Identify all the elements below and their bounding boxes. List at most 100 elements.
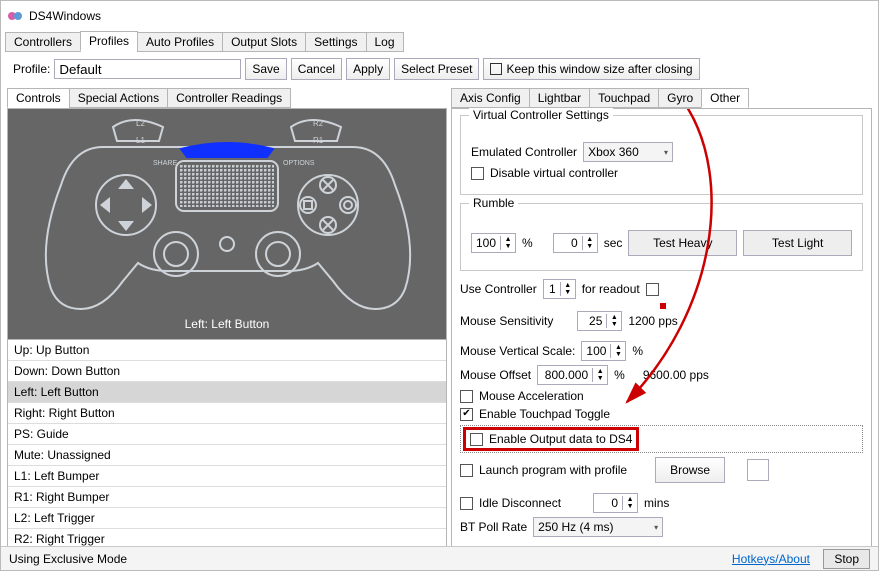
select-preset-button[interactable]: Select Preset [394, 58, 479, 80]
mouse-offset-input[interactable]: 800.000 ▲▼ [537, 365, 608, 385]
svg-text:L1: L1 [136, 136, 145, 145]
window-title: DS4Windows [29, 9, 746, 23]
profile-toolbar: Profile: Save Cancel Apply Select Preset… [1, 52, 878, 88]
keep-window-size-toggle[interactable]: Keep this window size after closing [483, 58, 699, 80]
stop-button[interactable]: Stop [823, 549, 870, 569]
tab-controllers[interactable]: Controllers [5, 32, 81, 52]
mapping-list[interactable]: Up: Up Button Down: Down Button Left: Le… [8, 339, 446, 554]
status-mode: Using Exclusive Mode [9, 552, 127, 566]
list-item[interactable]: Up: Up Button [8, 340, 446, 361]
virtual-controller-group: Virtual Controller Settings Emulated Con… [460, 115, 863, 195]
output-ds4-label: Enable Output data to DS4 [489, 432, 632, 446]
for-readout-checkbox[interactable] [646, 283, 659, 296]
mouse-offset-pps: 9600.00 pps [643, 368, 709, 382]
svg-text:OPTIONS: OPTIONS [283, 160, 315, 167]
emulated-controller-select[interactable]: Xbox 360 ▾ [583, 142, 673, 162]
tab-touchpad[interactable]: Touchpad [589, 88, 659, 108]
title-bar: DS4Windows    [1, 1, 878, 31]
mouse-sensitivity-label: Mouse Sensitivity [460, 314, 553, 328]
minimize-button[interactable]:  [746, 1, 790, 31]
launch-program-checkbox[interactable] [460, 464, 473, 477]
left-pane: Controls Special Actions Controller Read… [7, 108, 447, 558]
close-button[interactable]:  [834, 1, 878, 31]
bt-poll-rate-select[interactable]: 250 Hz (4 ms) ▾ [533, 517, 663, 537]
tab-other[interactable]: Other [701, 88, 749, 108]
svg-text:L2: L2 [136, 119, 145, 128]
touchpad-toggle-label: Enable Touchpad Toggle [479, 407, 610, 421]
rumble-title: Rumble [469, 196, 518, 210]
app-logo-icon [7, 8, 23, 24]
idle-disconnect-input[interactable]: 0 ▲▼ [593, 493, 638, 513]
browse-button[interactable]: Browse [655, 457, 725, 483]
mouse-sensitivity-pps: 1200 pps [628, 314, 677, 328]
maximize-button[interactable]:  [790, 1, 834, 31]
list-item[interactable]: Mute: Unassigned [8, 445, 446, 466]
chevron-down-icon: ▾ [654, 523, 658, 532]
rumble-percent-unit: % [522, 236, 533, 250]
tab-controls[interactable]: Controls [7, 88, 70, 108]
output-ds4-checkbox[interactable] [470, 433, 483, 446]
tab-special-actions[interactable]: Special Actions [69, 88, 168, 108]
mouse-vertical-scale-unit: % [632, 344, 643, 358]
emulated-controller-value: Xbox 360 [588, 145, 639, 159]
tab-axis-config[interactable]: Axis Config [451, 88, 530, 108]
disable-vc-checkbox[interactable] [471, 167, 484, 180]
bt-poll-rate-label: BT Poll Rate [460, 520, 527, 534]
rumble-sec-input[interactable]: 0 ▲▼ [553, 233, 598, 253]
profile-label: Profile: [13, 62, 50, 76]
tab-controller-readings[interactable]: Controller Readings [167, 88, 291, 108]
controller-diagram[interactable]: L2 R2 L1 R1 [8, 109, 446, 339]
tab-profiles[interactable]: Profiles [80, 31, 138, 51]
save-button[interactable]: Save [245, 58, 286, 80]
profile-name-input[interactable] [54, 59, 241, 79]
svg-text:R1: R1 [313, 136, 324, 145]
idle-disconnect-checkbox[interactable] [460, 497, 473, 510]
rumble-percent-input[interactable]: 100 ▲▼ [471, 233, 516, 253]
tab-settings[interactable]: Settings [305, 32, 366, 52]
status-bar: Using Exclusive Mode Hotkeys/About Stop [1, 546, 878, 570]
mouse-vertical-scale-input[interactable]: 100 ▲▼ [581, 341, 626, 361]
use-controller-label: Use Controller [460, 282, 537, 296]
tab-output-slots[interactable]: Output Slots [222, 32, 306, 52]
tab-log[interactable]: Log [366, 32, 404, 52]
chevron-down-icon: ▾ [664, 148, 668, 157]
idle-disconnect-unit: mins [644, 496, 669, 510]
mouse-vertical-scale-label: Mouse Vertical Scale: [460, 344, 575, 358]
use-controller-input[interactable]: 1 ▲▼ [543, 279, 576, 299]
disable-vc-label: Disable virtual controller [490, 166, 618, 180]
tab-gyro[interactable]: Gyro [658, 88, 702, 108]
mouse-sensitivity-input[interactable]: 25 ▲▼ [577, 311, 622, 331]
mouse-acceleration-checkbox[interactable] [460, 390, 473, 403]
apply-button[interactable]: Apply [346, 58, 390, 80]
list-item[interactable]: L2: Left Trigger [8, 508, 446, 529]
virtual-controller-title: Virtual Controller Settings [469, 108, 613, 122]
cancel-button[interactable]: Cancel [291, 58, 342, 80]
list-item[interactable]: PS: Guide [8, 424, 446, 445]
tab-lightbar[interactable]: Lightbar [529, 88, 590, 108]
list-item[interactable]: R1: Right Bumper [8, 487, 446, 508]
output-ds4-highlight: Enable Output data to DS4 [463, 427, 639, 451]
test-light-button[interactable]: Test Light [743, 230, 852, 256]
emulated-controller-label: Emulated Controller [471, 145, 577, 159]
keep-window-size-label: Keep this window size after closing [506, 62, 692, 76]
bt-poll-rate-value: 250 Hz (4 ms) [538, 520, 613, 534]
launch-program-label: Launch program with profile [479, 463, 627, 477]
rumble-sec-unit: sec [604, 236, 623, 250]
program-icon-box[interactable] [747, 459, 769, 481]
touchpad-toggle-checkbox[interactable]: ✔ [460, 408, 473, 421]
hotkeys-about-link[interactable]: Hotkeys/About [732, 552, 810, 566]
mouse-acceleration-label: Mouse Acceleration [479, 389, 584, 403]
test-heavy-button[interactable]: Test Heavy [628, 230, 737, 256]
for-readout-label: for readout [582, 282, 640, 296]
svg-text:R2: R2 [313, 119, 324, 128]
tab-auto-profiles[interactable]: Auto Profiles [137, 32, 223, 52]
mouse-offset-label: Mouse Offset [460, 368, 531, 382]
list-item[interactable]: Down: Down Button [8, 361, 446, 382]
idle-disconnect-label: Idle Disconnect [479, 496, 561, 510]
list-item[interactable]: Right: Right Button [8, 403, 446, 424]
list-item[interactable]: L1: Left Bumper [8, 466, 446, 487]
right-pane: Axis Config Lightbar Touchpad Gyro Other… [451, 108, 872, 558]
keep-window-size-checkbox[interactable] [490, 63, 502, 75]
controller-caption: Left: Left Button [8, 317, 446, 331]
list-item[interactable]: Left: Left Button [8, 382, 446, 403]
